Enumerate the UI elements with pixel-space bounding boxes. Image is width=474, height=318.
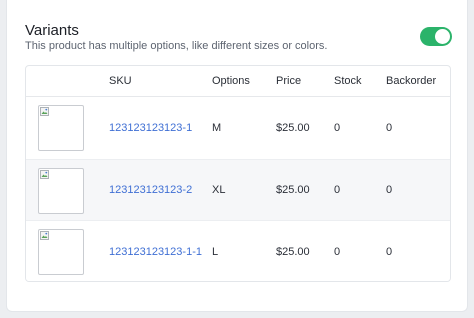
backorder-value: 0: [386, 122, 393, 134]
table-row: 123123123123-1-1 L $25.00 0 0: [26, 221, 450, 281]
table-row: 123123123123-2 XL $25.00 0 0: [26, 159, 450, 221]
stock-value: 0: [334, 246, 341, 258]
broken-image-icon: [40, 107, 49, 116]
sku-link[interactable]: 123123123123-1-1: [109, 221, 202, 281]
variant-thumbnail[interactable]: [38, 229, 84, 275]
price-value: $25.00: [276, 122, 310, 134]
broken-image-icon: [40, 231, 49, 240]
variant-thumbnail[interactable]: [38, 168, 84, 214]
toggle-knob: [435, 29, 450, 44]
variants-table: SKU Options Price Stock Backorder 123123…: [25, 65, 451, 282]
column-header-options: Options: [212, 75, 250, 87]
option-value: L: [212, 246, 219, 258]
column-header-price: Price: [276, 75, 302, 87]
variant-thumbnail[interactable]: [38, 105, 84, 151]
backorder-value: 0: [386, 184, 393, 196]
backorder-value: 0: [386, 246, 393, 258]
column-header-sku: SKU: [109, 75, 132, 87]
sku-link[interactable]: 123123123123-1: [109, 97, 192, 159]
variants-toggle[interactable]: [420, 27, 452, 46]
option-value: XL: [212, 184, 226, 196]
stock-value: 0: [334, 122, 341, 134]
section-title: Variants: [25, 22, 79, 39]
stock-value: 0: [334, 184, 341, 196]
price-value: $25.00: [276, 246, 310, 258]
column-header-stock: Stock: [334, 75, 362, 87]
table-row: 123123123123-1 M $25.00 0 0: [26, 97, 450, 159]
price-value: $25.00: [276, 184, 310, 196]
table-header-row: SKU Options Price Stock Backorder: [26, 66, 450, 97]
variants-card: Variants This product has multiple optio…: [6, 0, 468, 312]
column-header-backorder: Backorder: [386, 75, 437, 87]
section-subtitle: This product has multiple options, like …: [25, 40, 328, 52]
sku-link[interactable]: 123123123123-2: [109, 160, 192, 220]
option-value: M: [212, 122, 222, 134]
broken-image-icon: [40, 170, 49, 179]
